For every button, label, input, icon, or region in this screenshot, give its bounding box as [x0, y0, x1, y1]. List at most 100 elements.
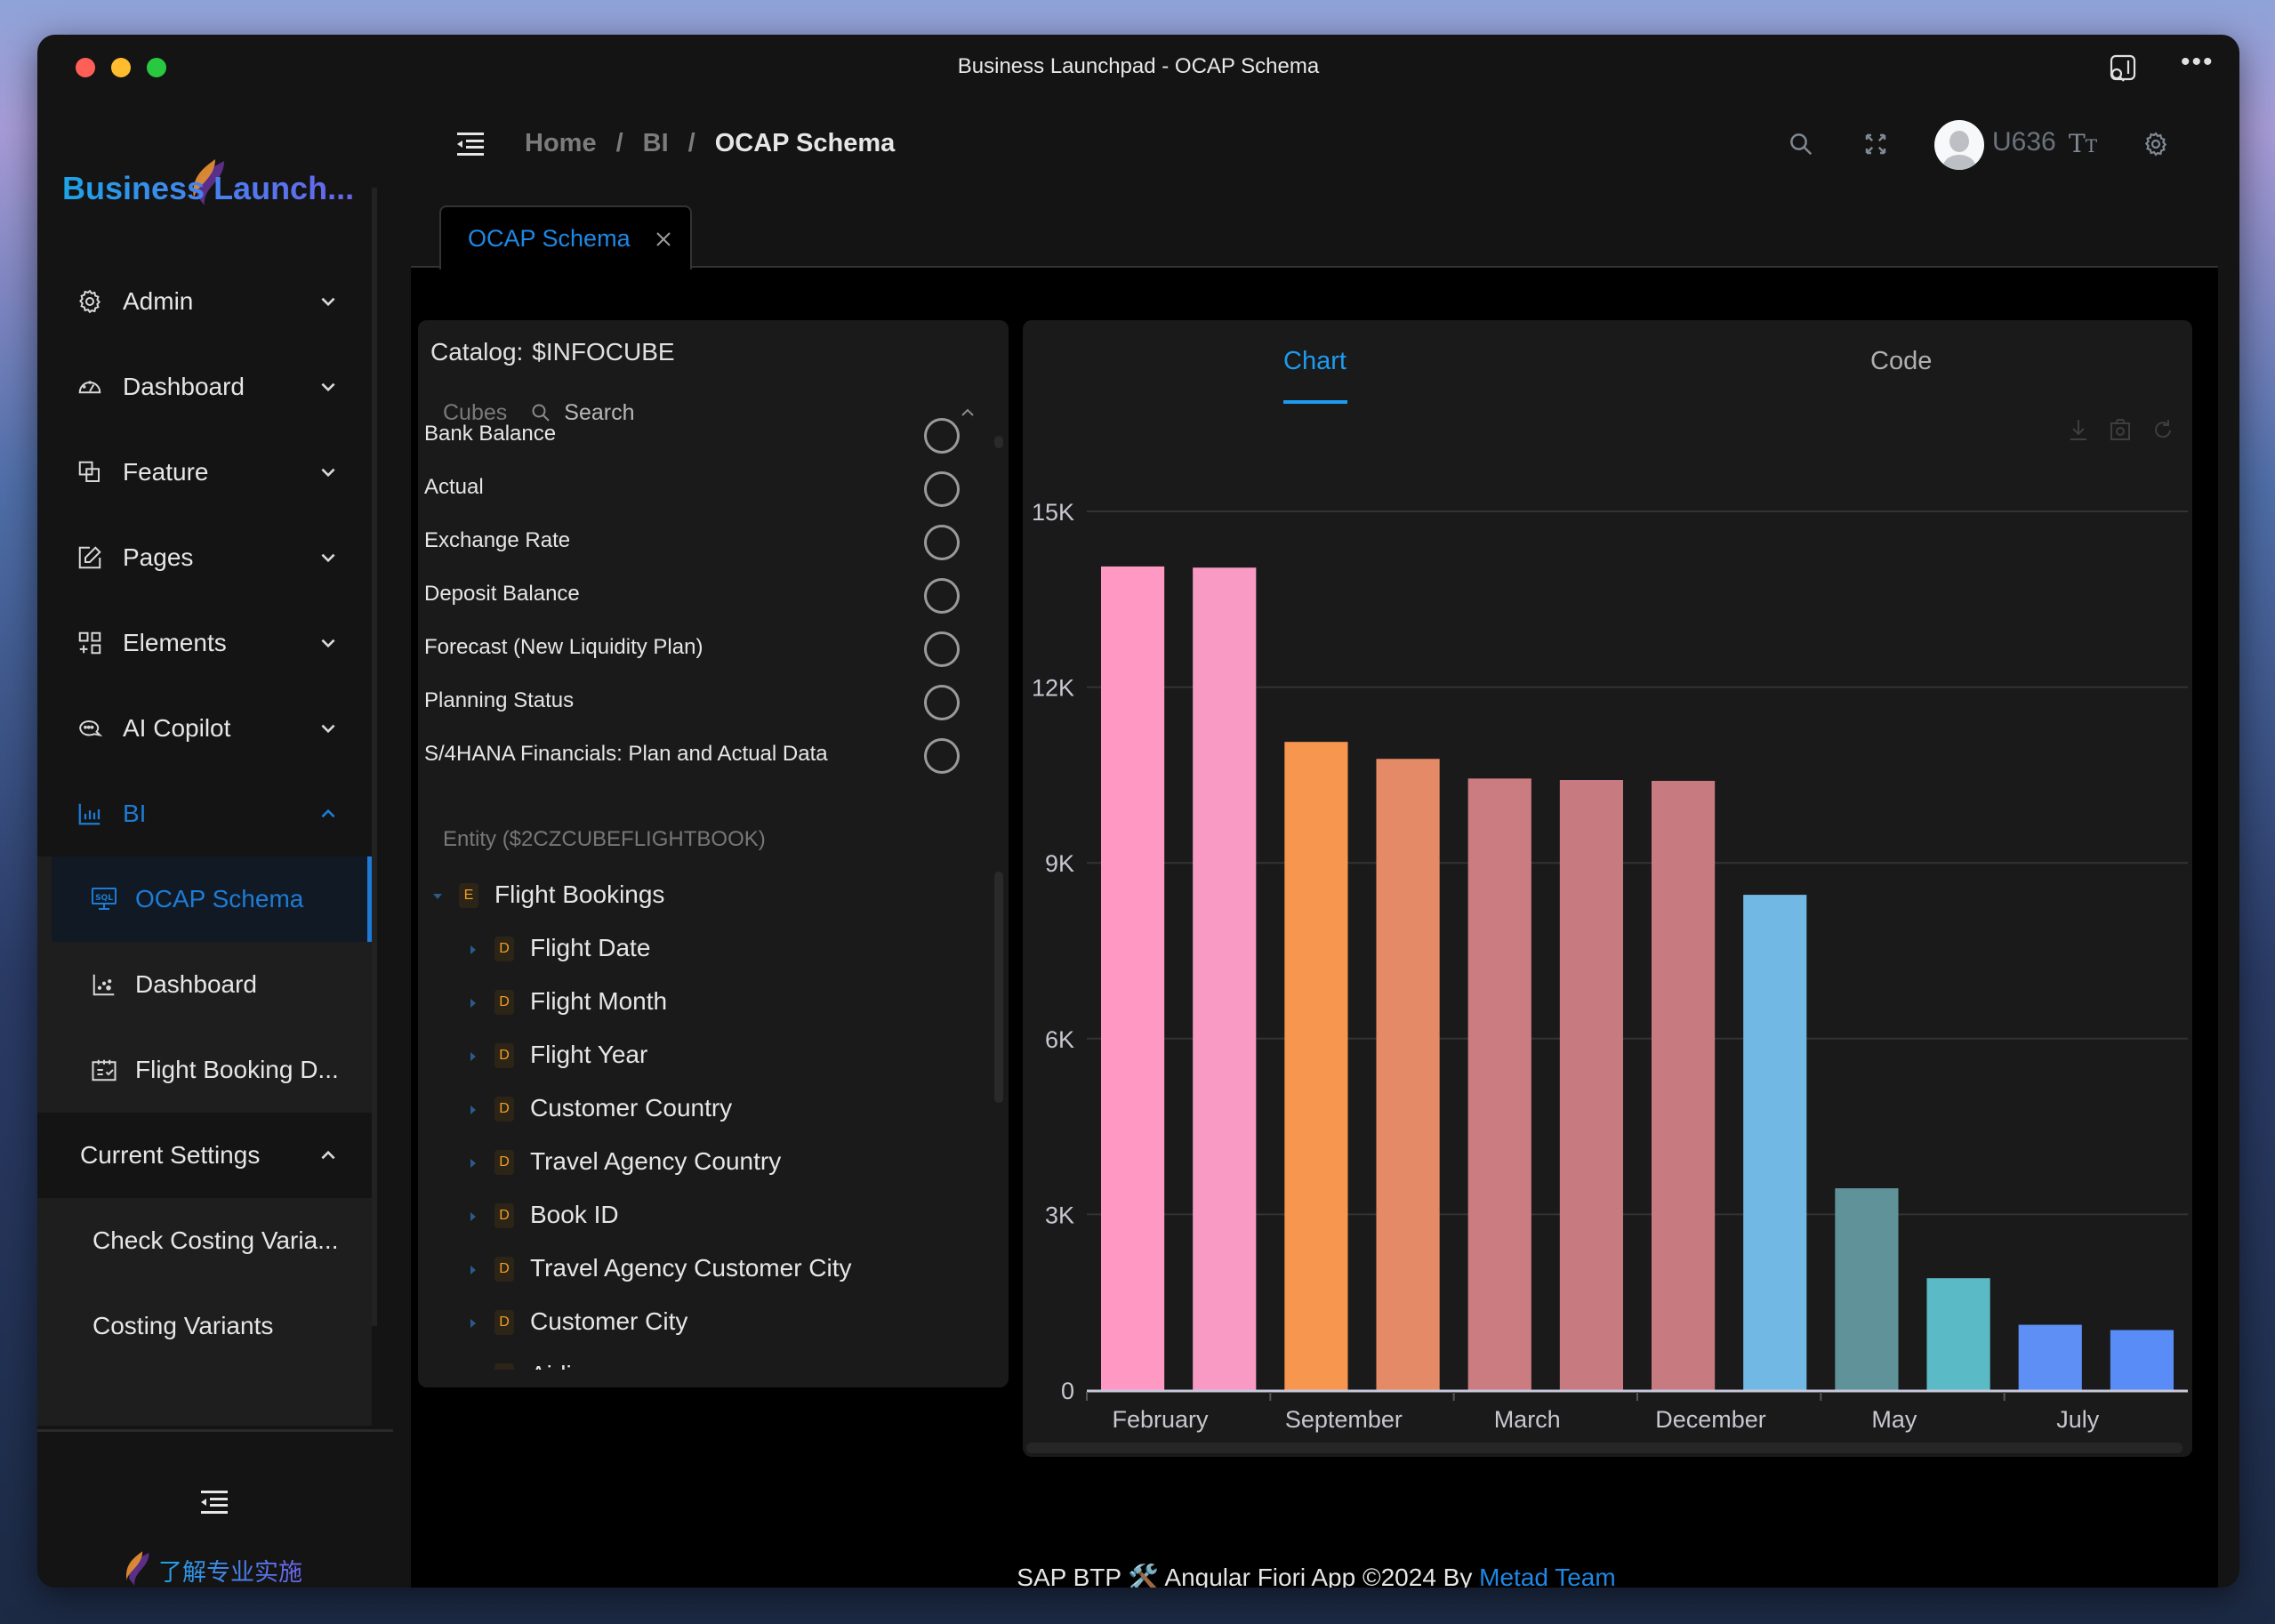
font-size-icon[interactable]: TT — [2069, 131, 2097, 157]
caret-right-icon[interactable] — [468, 945, 478, 955]
settings-gear-icon[interactable] — [2142, 131, 2169, 157]
speedometer-icon — [78, 381, 101, 394]
avatar-body — [1943, 155, 1975, 170]
cube-radio[interactable] — [924, 685, 960, 720]
bar[interactable] — [1467, 778, 1531, 1390]
bar[interactable] — [1284, 742, 1348, 1390]
sidebar-item-check-costing-variants[interactable]: Check Costing Varia... — [37, 1198, 372, 1283]
close-icon[interactable] — [655, 230, 672, 248]
tree-scrollbar[interactable] — [994, 872, 1003, 1103]
caret-right-icon[interactable] — [468, 1211, 478, 1222]
user-name[interactable]: U636 — [1992, 127, 2056, 157]
gear-icon — [79, 289, 100, 314]
bar[interactable] — [1835, 1188, 1899, 1390]
calendar-check-icon — [92, 1059, 117, 1081]
chart-horizontal-scrollbar[interactable] — [1026, 1443, 2183, 1453]
sidebar-item-feature[interactable]: Feature — [37, 430, 393, 515]
bar[interactable] — [2110, 1330, 2175, 1390]
tree-node-label: Airline — [530, 1361, 599, 1370]
submenu-spacer — [37, 1369, 372, 1426]
bar[interactable] — [1743, 895, 1807, 1390]
cube-list-item[interactable]: Planning Status — [424, 676, 993, 729]
caret-right-icon[interactable] — [468, 998, 478, 1009]
cube-list-item[interactable]: Exchange Rate — [424, 516, 993, 569]
sidebar-group-label: Current Settings — [80, 1141, 261, 1169]
sidebar-item-elements[interactable]: Elements — [37, 600, 393, 686]
schema-panel: Catalog:$INFOCUBE Cubes Bank Balance Act… — [418, 320, 1009, 1387]
breadcrumb: Home / BI / OCAP Schema — [525, 129, 895, 158]
dimension-badge: D — [494, 1257, 514, 1282]
sidebar-item-ocap-schema[interactable]: SQL OCAP Schema — [52, 856, 372, 942]
bar[interactable] — [1376, 759, 1440, 1390]
caret-right-icon[interactable] — [468, 1318, 478, 1329]
grid-add-icon — [78, 631, 101, 655]
sidebar-item-flight-booking[interactable]: Flight Booking D... — [37, 1027, 372, 1113]
sidebar: Business Launch... Admin Dashboard Featu… — [37, 99, 393, 1588]
sidebar-group-current-settings[interactable]: Current Settings — [37, 1113, 372, 1198]
breadcrumb-bi[interactable]: BI — [643, 129, 669, 158]
sidebar-item-label: Costing Variants — [92, 1312, 274, 1339]
sidebar-item-costing-variants[interactable]: Costing Variants — [37, 1283, 372, 1369]
cube-list-scrollbar[interactable] — [994, 436, 1003, 448]
catalog-selector[interactable]: Catalog: $INFOCUBE — [430, 338, 675, 366]
sidebar-item-ai-copilot[interactable]: AI Copilot — [37, 686, 393, 771]
footer-link[interactable]: Metad Team — [1479, 1564, 1616, 1588]
cube-list-item[interactable]: S/4HANA Financials: Plan and Actual Data — [424, 729, 993, 783]
menu-toggle-icon[interactable] — [457, 133, 484, 156]
cube-label: Deposit Balance — [424, 582, 580, 606]
cube-radio[interactable] — [924, 631, 960, 667]
x-tick-label: March — [1494, 1406, 1561, 1433]
caret-right-icon[interactable] — [468, 1265, 478, 1275]
sidebar-item-label: Dashboard — [123, 373, 245, 400]
search-icon[interactable] — [1788, 131, 1814, 157]
y-tick-label: 9K — [1045, 850, 1074, 877]
cube-list-item[interactable]: Deposit Balance — [424, 569, 993, 623]
bar[interactable] — [1651, 780, 1716, 1390]
y-tick-label: 3K — [1045, 1202, 1074, 1228]
brand-title[interactable]: Business Launch... — [62, 170, 354, 207]
caret-right-icon[interactable] — [468, 1158, 478, 1169]
dimension-badge: D — [494, 990, 514, 1015]
cube-radio[interactable] — [924, 418, 960, 454]
sidebar-item-pages[interactable]: Pages — [37, 515, 393, 600]
caret-right-icon[interactable] — [468, 1051, 478, 1062]
avatar[interactable] — [1934, 120, 1984, 170]
cube-radio[interactable] — [924, 471, 960, 507]
implementation-link[interactable]: 了解专业实施 — [123, 1551, 302, 1588]
app-window: Business Launchpad - OCAP Schema ••• Bus… — [37, 35, 2239, 1588]
bar[interactable] — [1193, 567, 1257, 1390]
caret-right-icon[interactable] — [468, 1105, 478, 1115]
inspect-icon[interactable] — [2108, 52, 2140, 84]
sidebar-scrollbar[interactable] — [372, 188, 377, 1326]
sidebar-item-label: Check Costing Varia... — [92, 1226, 339, 1254]
cube-label: S/4HANA Financials: Plan and Actual Data — [424, 742, 828, 766]
sidebar-item-label: Admin — [123, 287, 194, 315]
caret-down-icon[interactable] — [432, 891, 443, 902]
dimension-badge: D — [494, 1097, 514, 1122]
cube-list-item[interactable]: Forecast (New Liquidity Plan) — [424, 623, 993, 676]
cube-label: Bank Balance — [424, 422, 557, 446]
sql-monitor-icon: SQL — [92, 888, 117, 910]
bar[interactable] — [1100, 566, 1165, 1390]
tab-ocap-schema[interactable]: OCAP Schema — [439, 205, 692, 269]
cube-radio[interactable] — [924, 738, 960, 774]
sidebar-item-bi-dashboard[interactable]: Dashboard — [37, 942, 372, 1027]
bar[interactable] — [1926, 1278, 1990, 1390]
cube-list-item[interactable]: Actual — [424, 462, 993, 516]
fullscreen-icon[interactable] — [1862, 131, 1889, 157]
y-tick-label: 15K — [1032, 499, 1074, 526]
breadcrumb-home[interactable]: Home — [525, 129, 597, 158]
bar[interactable] — [2018, 1324, 2082, 1390]
cube-list-item[interactable]: Bank Balance — [424, 409, 993, 462]
sidebar-item-bi[interactable]: BI — [37, 771, 393, 856]
collapse-sidebar-icon[interactable] — [201, 1491, 228, 1514]
more-options-icon[interactable]: ••• — [2181, 49, 2213, 84]
dimension-badge: D — [494, 1363, 514, 1370]
cube-radio[interactable] — [924, 578, 960, 614]
cube-radio[interactable] — [924, 525, 960, 560]
sidebar-item-dashboard[interactable]: Dashboard — [37, 344, 393, 430]
sidebar-item-label: Dashboard — [135, 970, 257, 998]
bar[interactable] — [1559, 779, 1624, 1390]
sidebar-item-admin[interactable]: Admin — [37, 259, 393, 344]
title-bar: Business Launchpad - OCAP Schema ••• — [37, 35, 2239, 99]
